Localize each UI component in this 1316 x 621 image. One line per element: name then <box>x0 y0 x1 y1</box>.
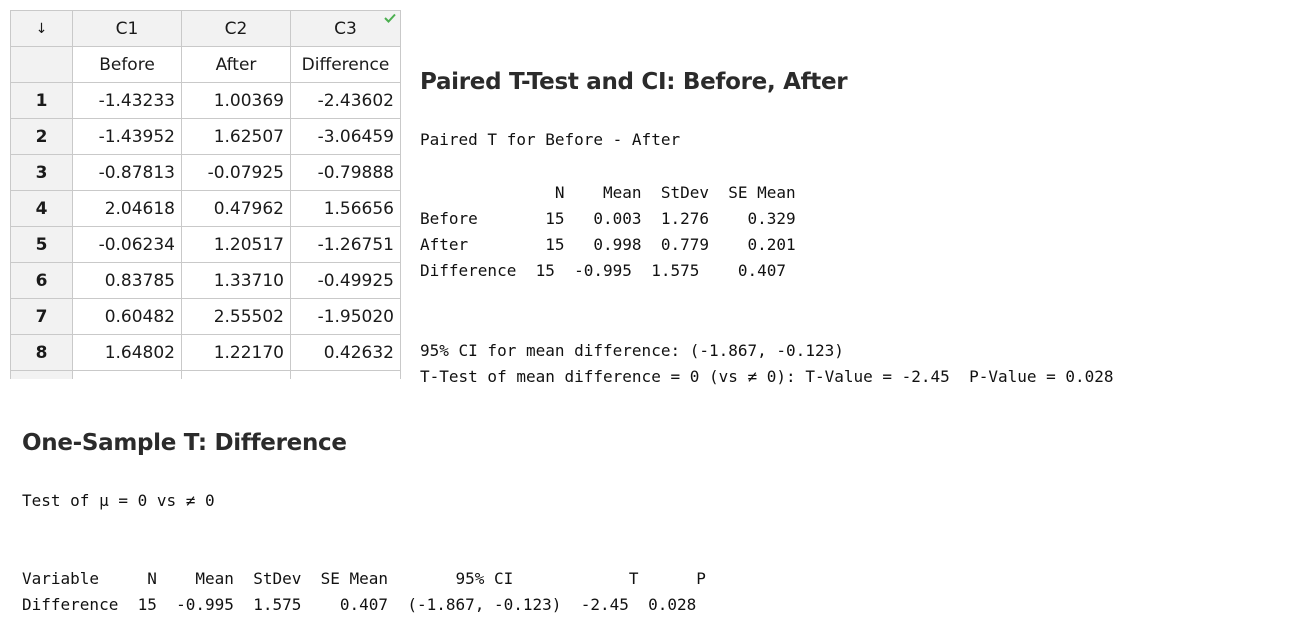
column-name-row: Before After Difference <box>10 46 401 83</box>
paired-subtitle: Paired T for Before - After <box>420 130 681 149</box>
cell-after[interactable]: -0.07925 <box>181 154 291 191</box>
cell-after[interactable]: 1.00369 <box>181 82 291 119</box>
cell-after[interactable]: 1.22170 <box>181 334 291 371</box>
paired-table-body: Before 15 0.003 1.276 0.329 After 15 0.9… <box>420 206 796 284</box>
cell-difference[interactable]: 1.56656 <box>290 190 401 227</box>
cell-before[interactable]: -1.43952 <box>72 118 182 155</box>
column-id-row: ↓ C1 C2 C3 <box>10 10 401 47</box>
row-number[interactable]: 5 <box>10 226 73 263</box>
cell-before[interactable]: 0.60482 <box>72 298 182 335</box>
cell-after[interactable]: 1.33710 <box>181 262 291 299</box>
table-row: 7 0.60482 2.55502 -1.95020 <box>10 298 401 335</box>
row-number[interactable] <box>10 370 73 379</box>
cell-difference[interactable]: -0.79888 <box>290 154 401 191</box>
row-number[interactable]: 3 <box>10 154 73 191</box>
cell-before[interactable]: 2.04618 <box>72 190 182 227</box>
paired-row-after: After 15 0.998 0.779 0.201 <box>420 235 796 254</box>
cell-empty[interactable] <box>290 370 401 379</box>
paired-row-before: Before 15 0.003 1.276 0.329 <box>420 209 796 228</box>
sort-arrow-icon[interactable]: ↓ <box>10 10 73 47</box>
cell-after[interactable]: 1.62507 <box>181 118 291 155</box>
row-number[interactable]: 2 <box>10 118 73 155</box>
table-row: 5 -0.06234 1.20517 -1.26751 <box>10 226 401 263</box>
cell-before[interactable]: -0.87813 <box>72 154 182 191</box>
cell-empty[interactable] <box>181 370 291 379</box>
table-row: 8 1.64802 1.22170 0.42632 <box>10 334 401 371</box>
column-name-difference[interactable]: Difference <box>290 46 401 83</box>
column-id-c2[interactable]: C2 <box>181 10 291 47</box>
column-id-c3[interactable]: C3 <box>290 10 401 47</box>
one-sample-header: Variable N Mean StDev SE Mean 95% CI T P <box>22 569 706 588</box>
cell-difference[interactable]: 0.42632 <box>290 334 401 371</box>
cell-before[interactable]: 1.64802 <box>72 334 182 371</box>
cell-after[interactable]: 0.47962 <box>181 190 291 227</box>
column-id-c3-label: C3 <box>334 18 357 39</box>
cell-difference[interactable]: -3.06459 <box>290 118 401 155</box>
paired-title: Paired T-Test and CI: Before, After <box>420 69 848 95</box>
one-sample-test-line: Test of μ = 0 vs ≠ 0 <box>22 491 215 510</box>
table-row-partial <box>10 370 401 379</box>
table-row: 4 2.04618 0.47962 1.56656 <box>10 190 401 227</box>
table-row: 6 0.83785 1.33710 -0.49925 <box>10 262 401 299</box>
cell-before[interactable]: -1.43233 <box>72 82 182 119</box>
cell-empty[interactable] <box>72 370 182 379</box>
one-sample-title: One-Sample T: Difference <box>22 430 347 456</box>
row-header-blank <box>10 46 73 83</box>
cell-after[interactable]: 2.55502 <box>181 298 291 335</box>
cell-after[interactable]: 1.20517 <box>181 226 291 263</box>
column-id-c1[interactable]: C1 <box>72 10 182 47</box>
cell-difference[interactable]: -1.95020 <box>290 298 401 335</box>
worksheet-grid[interactable]: ↓ C1 C2 C3 Before After Difference 1 -1.4… <box>10 10 401 379</box>
row-number[interactable]: 7 <box>10 298 73 335</box>
table-row: 1 -1.43233 1.00369 -2.43602 <box>10 82 401 119</box>
paired-row-difference: Difference 15 -0.995 1.575 0.407 <box>420 261 787 280</box>
cell-difference[interactable]: -0.49925 <box>290 262 401 299</box>
cell-before[interactable]: -0.06234 <box>72 226 182 263</box>
cell-before[interactable]: 0.83785 <box>72 262 182 299</box>
row-number[interactable]: 6 <box>10 262 73 299</box>
paired-ci-line: 95% CI for mean difference: (-1.867, -0.… <box>420 341 844 360</box>
one-sample-row: Difference 15 -0.995 1.575 0.407 (-1.867… <box>22 595 697 614</box>
paired-ttest-line: T-Test of mean difference = 0 (vs ≠ 0): … <box>420 367 1114 386</box>
cell-difference[interactable]: -1.26751 <box>290 226 401 263</box>
column-name-after[interactable]: After <box>181 46 291 83</box>
paired-table-header: N Mean StDev SE Mean <box>420 183 796 202</box>
row-number[interactable]: 1 <box>10 82 73 119</box>
table-row: 3 -0.87813 -0.07925 -0.79888 <box>10 154 401 191</box>
cell-difference[interactable]: -2.43602 <box>290 82 401 119</box>
row-number[interactable]: 8 <box>10 334 73 371</box>
column-name-before[interactable]: Before <box>72 46 182 83</box>
table-row: 2 -1.43952 1.62507 -3.06459 <box>10 118 401 155</box>
row-number[interactable]: 4 <box>10 190 73 227</box>
checkmark-icon <box>384 13 396 23</box>
